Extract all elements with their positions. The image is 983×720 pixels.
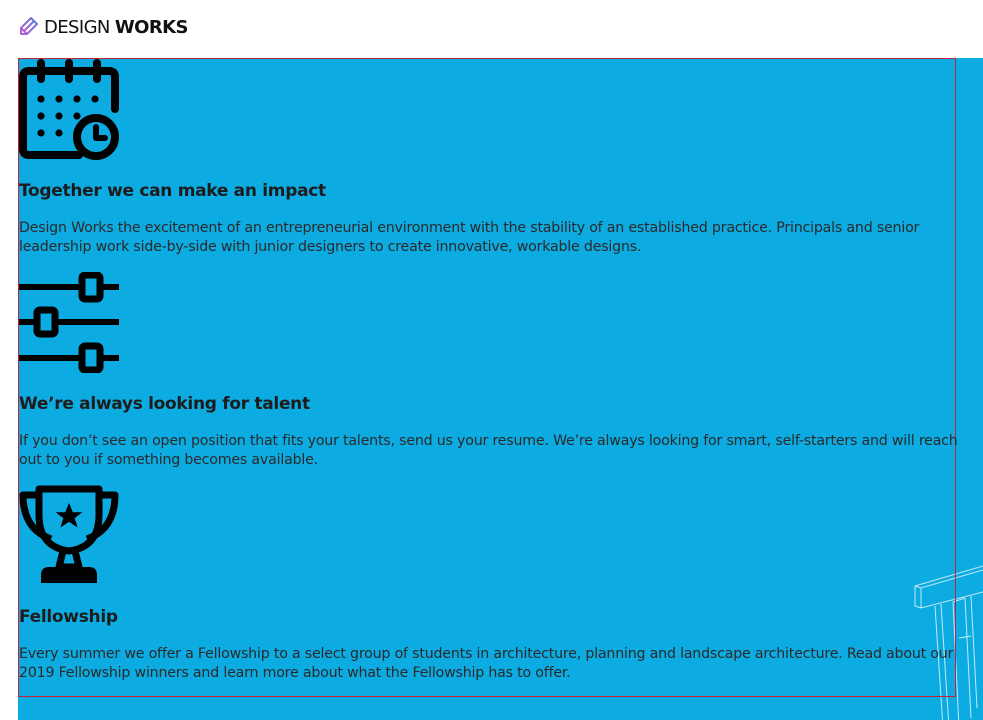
brand-name[interactable]: DESIGN WORKS	[44, 17, 188, 38]
sliders-icon	[19, 272, 119, 373]
pencil-ruler-logo-icon[interactable]	[18, 15, 40, 39]
feature-title: Together we can make an impact	[19, 181, 326, 201]
brand-light: DESIGN	[44, 16, 110, 38]
feature-talent: We’re always looking for talent If you d…	[19, 272, 958, 468]
feature-title: We’re always looking for talent	[19, 394, 310, 414]
feature-fellowship: Fellowship Every summer we offer a Fello…	[19, 485, 957, 681]
site-header: DESIGN WORKS	[18, 14, 188, 40]
trophy-icon	[19, 485, 119, 586]
feature-description: Design Works the excitement of an entrep…	[19, 220, 920, 255]
feature-title: Fellowship	[19, 607, 118, 627]
feature-description: Every summer we offer a Fellowship to a …	[19, 646, 954, 681]
feature-description: If you don’t see an open position that f…	[19, 433, 958, 468]
calendar-clock-icon	[19, 59, 119, 160]
features-content: Together we can make an impact Design Wo…	[18, 58, 958, 697]
feature-impact: Together we can make an impact Design Wo…	[19, 59, 957, 255]
features-panel: Together we can make an impact Design Wo…	[18, 58, 983, 720]
brand-bold: WORKS	[114, 16, 189, 38]
